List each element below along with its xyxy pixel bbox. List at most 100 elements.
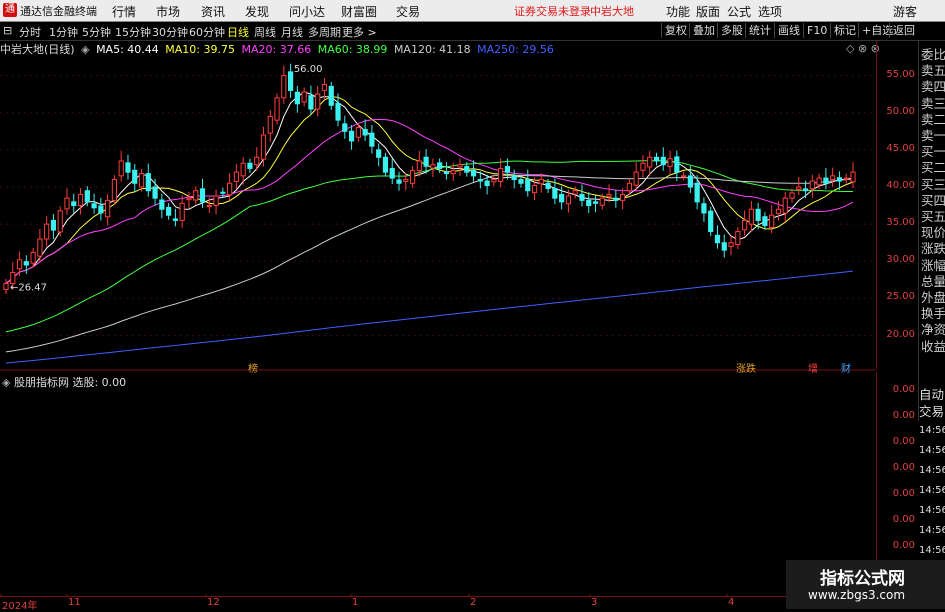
- candle: [660, 156, 666, 166]
- candle: [592, 201, 599, 204]
- candle: [30, 251, 36, 264]
- quote-field-label: 净资: [921, 322, 945, 338]
- candle: [152, 186, 158, 199]
- candle: [193, 190, 199, 201]
- legend-ma60: MA60: 38.99: [317, 43, 388, 56]
- candle: [836, 177, 843, 182]
- candle: [328, 85, 334, 106]
- candle: [247, 162, 253, 169]
- kline-chart[interactable]: 56.00 ←26.47: [0, 0, 876, 596]
- candle: [633, 171, 639, 186]
- quote-field-label: 外盘: [921, 290, 945, 305]
- time-label: 14:56: [919, 445, 945, 456]
- indicator-name: 股朋指标网: [13, 376, 69, 389]
- candle: [240, 162, 246, 177]
- candle: [159, 199, 165, 210]
- x-tick-label: 11: [68, 597, 81, 608]
- candle: [613, 197, 619, 201]
- candle: [620, 193, 626, 201]
- quote-field-label: 卖二: [921, 111, 945, 127]
- quote-field-label: 总量: [921, 273, 945, 289]
- candle: [186, 197, 192, 201]
- watermark: 指标公式网 www.zbgs3.com: [786, 560, 945, 609]
- candle: [572, 190, 578, 195]
- event-marker[interactable]: 增: [808, 360, 818, 375]
- candle: [64, 197, 70, 210]
- candle: [199, 188, 206, 203]
- candle: [254, 156, 260, 166]
- y-tick-label: 25.00: [886, 291, 915, 303]
- candle: [281, 75, 287, 99]
- candle: [728, 242, 734, 247]
- candle: [91, 203, 97, 209]
- candle: [335, 102, 341, 121]
- candle: [118, 160, 124, 177]
- candle: [782, 197, 788, 214]
- candle: [538, 179, 544, 185]
- quote-field-label: 买二: [921, 160, 945, 176]
- indicator-tick-label: 0.00: [892, 540, 915, 551]
- candle: [220, 191, 226, 194]
- low-label: ←26.47: [10, 283, 47, 294]
- candle: [213, 195, 219, 207]
- chart-controls[interactable]: ◇ ⊗ ⊗: [846, 42, 880, 55]
- indicator-tick-label: 0.00: [892, 488, 915, 499]
- user-label[interactable]: 游客: [893, 3, 917, 20]
- candle: [369, 132, 375, 147]
- candle: [403, 179, 409, 182]
- candle: [606, 193, 612, 197]
- indicator-tick-label: 0.00: [892, 514, 915, 525]
- watermark-title: 指标公式网: [820, 569, 905, 589]
- candle: [227, 182, 233, 196]
- candle: [545, 182, 551, 189]
- quote-sidebar: 委比 卖五 卖四 卖三 卖二 卖一 买一 买二 买三 买四 买五 现价 涨跌 涨幅 总量 外盘 换手 净资 收益: [918, 41, 945, 421]
- candle: [816, 177, 822, 186]
- candle: [179, 202, 185, 221]
- candle: [525, 179, 531, 192]
- candle: [708, 210, 714, 233]
- indicator-settings-icon[interactable]: ◈: [2, 376, 10, 389]
- candle: [16, 259, 23, 270]
- time-label: 14:56: [919, 425, 945, 436]
- settings-icon[interactable]: ◈: [81, 43, 89, 56]
- toolbar-button[interactable]: 返回: [889, 23, 918, 38]
- y-tick-label: 50.00: [886, 105, 915, 117]
- candle: [382, 156, 389, 173]
- candle: [423, 156, 429, 167]
- event-marker[interactable]: 榜: [248, 360, 258, 375]
- candle: [145, 173, 151, 192]
- candle: [71, 201, 77, 207]
- candle: [741, 219, 748, 231]
- x-tick-label: 4: [728, 597, 735, 608]
- event-marker[interactable]: 涨跌: [736, 360, 756, 375]
- candle: [98, 205, 104, 214]
- candle: [701, 203, 707, 214]
- candle: [477, 179, 483, 182]
- legend-ma120: MA120: 41.18: [393, 43, 471, 56]
- auto-trade-label[interactable]: 交易: [919, 401, 944, 420]
- candle: [694, 182, 700, 203]
- time-label: 14:56: [919, 525, 945, 536]
- candle: [789, 192, 795, 199]
- candle: [830, 175, 836, 181]
- candle: [416, 160, 422, 172]
- candle: [23, 261, 29, 266]
- x-tick-label: 2: [470, 597, 477, 608]
- quote-field-label: 收益: [921, 338, 945, 354]
- candle: [301, 91, 307, 103]
- candle: [260, 134, 267, 160]
- candle: [531, 185, 538, 194]
- candle: [491, 179, 497, 183]
- candle: [132, 169, 138, 184]
- high-label: 56.00: [294, 64, 323, 75]
- candle: [443, 171, 450, 175]
- event-marker[interactable]: 财: [841, 360, 851, 375]
- indicator-value: 选股: 0.00: [72, 376, 127, 389]
- candle: [396, 179, 402, 184]
- quote-field-label: 现价: [921, 225, 945, 241]
- y-tick-label: 45.00: [886, 142, 915, 154]
- quote-field-label: 卖四: [921, 79, 945, 95]
- candle: [823, 177, 829, 184]
- time-label: 14:56: [919, 545, 945, 556]
- x-tick-label: 2024年: [2, 601, 38, 612]
